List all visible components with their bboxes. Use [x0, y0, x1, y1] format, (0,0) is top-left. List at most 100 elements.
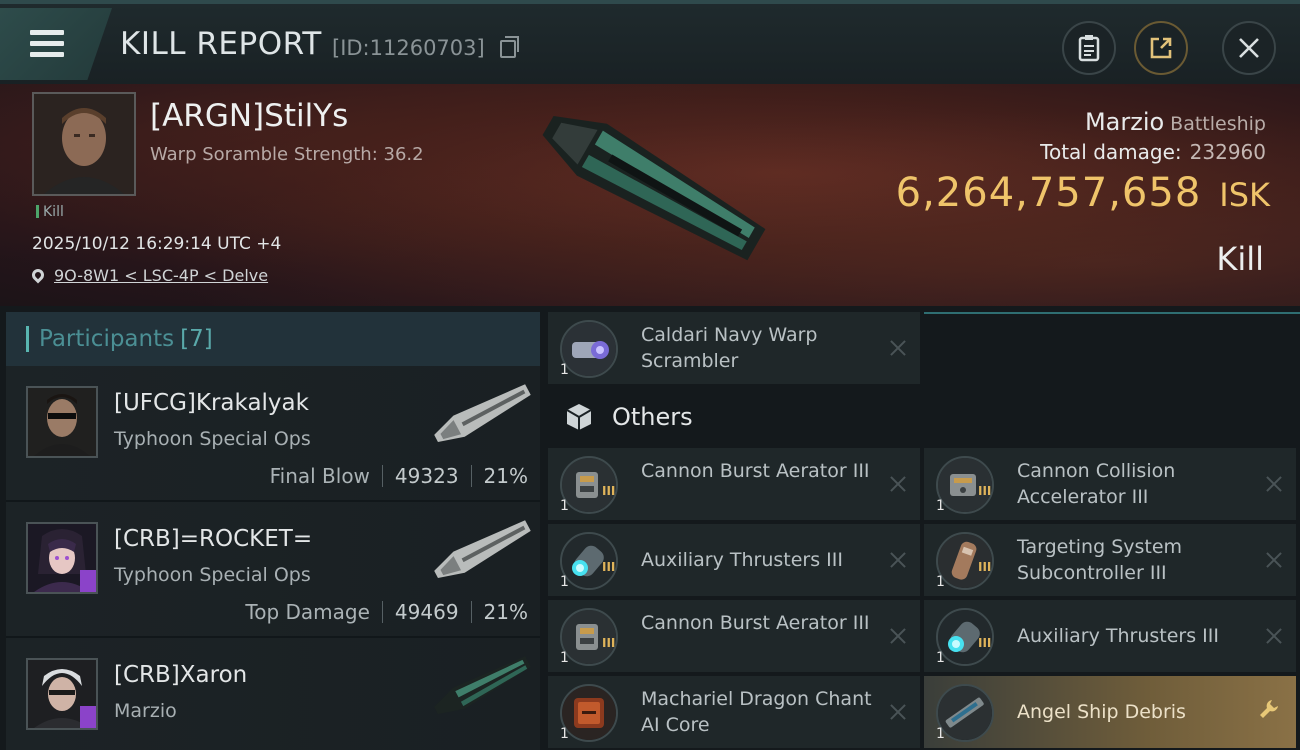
remove-icon[interactable]: [890, 552, 906, 568]
divider-line: [924, 312, 1300, 314]
item-name: Caldari Navy Warp Scrambler: [641, 324, 818, 372]
wrench-icon[interactable]: [1258, 698, 1280, 720]
result-label: Kill: [1216, 240, 1264, 278]
tier-mark: III: [602, 560, 616, 574]
tier-mark: III: [602, 636, 616, 650]
remove-icon[interactable]: [890, 704, 906, 720]
participant-ship-image: [434, 384, 531, 442]
participant-stats: Top Damage 49469 21%: [245, 600, 528, 624]
item-qty: 1: [936, 574, 945, 590]
item-tile[interactable]: III 1 Auxiliary Thrusters III: [924, 600, 1296, 672]
item-qty: 1: [560, 362, 569, 378]
remove-icon[interactable]: [1266, 476, 1282, 492]
stat-divider: [470, 601, 472, 623]
participant-row[interactable]: [CRB]=ROCKET= Typhoon Special Ops Top Da…: [6, 502, 540, 638]
close-button[interactable]: [1222, 21, 1276, 75]
badge-icon: [80, 706, 96, 728]
victim-ship: Marzio Battleship: [1085, 108, 1266, 136]
stat-percent: 21%: [483, 464, 528, 488]
stat-divider: [381, 601, 383, 623]
location-link[interactable]: 9O-8W1 < LSC-4P < Delve: [29, 266, 268, 285]
participant-stats: Final Blow 49323 21%: [270, 464, 528, 488]
menu-button[interactable]: [0, 8, 112, 80]
menu-icon: [30, 30, 64, 58]
item-tile[interactable]: III 1 Cannon Burst Aerator III: [548, 600, 920, 672]
share-button[interactable]: [1134, 21, 1188, 75]
total-damage-label: Total damage:: [1040, 140, 1182, 164]
total-damage-value: 232960: [1189, 140, 1266, 164]
remove-icon[interactable]: [890, 340, 906, 356]
participant-ship: Marzio: [114, 700, 177, 722]
item-tile[interactable]: 1 Machariel Dragon Chant AI Core: [548, 676, 920, 748]
item-tile[interactable]: III 1 Targeting System Subcontroller III: [924, 524, 1296, 596]
header-accent: [26, 326, 29, 352]
remove-icon[interactable]: [1266, 628, 1282, 644]
item-name: Machariel Dragon Chant AI Core: [641, 688, 872, 736]
item-tile-highlighted[interactable]: 1 Angel Ship Debris: [924, 676, 1296, 748]
ship-name: Marzio: [1084, 108, 1165, 136]
location-text[interactable]: 9O-8W1 < LSC-4P < Delve: [54, 266, 268, 285]
item-tile[interactable]: III 1 Cannon Burst Aerator III: [548, 448, 920, 520]
item-qty: 1: [936, 726, 945, 742]
item-name: Angel Ship Debris: [1017, 701, 1186, 723]
scramble-strength: Warp Soramble Strength: 36.2: [150, 144, 424, 165]
avatar: [26, 522, 98, 594]
remove-icon[interactable]: [1266, 552, 1282, 568]
item-qty: 1: [936, 650, 945, 666]
item-qty: 1: [936, 498, 945, 514]
share-icon: [1150, 37, 1172, 59]
participant-ship-image: [434, 656, 531, 714]
page-title: KILL REPORT: [120, 26, 322, 62]
participant-ship: Typhoon Special Ops: [114, 564, 311, 586]
remove-icon[interactable]: [890, 476, 906, 492]
ship-class: Battleship: [1170, 113, 1266, 135]
tier-mark: III: [978, 636, 992, 650]
participant-row[interactable]: [CRB]Xaron Marzio: [6, 638, 540, 750]
tier-mark: III: [602, 484, 616, 498]
isk-amount: 6,264,757,658: [895, 170, 1202, 216]
item-tile[interactable]: III 1 Auxiliary Thrusters III: [548, 524, 920, 596]
item-qty: 1: [560, 726, 569, 742]
participant-name[interactable]: [CRB]Xaron: [114, 662, 247, 688]
item-name: Cannon Collision Accelerator III: [1017, 460, 1176, 508]
participant-ship-image: [434, 520, 531, 578]
participant-name[interactable]: [UFCG]Krakalyak: [114, 390, 309, 416]
victim-ship-image: [542, 116, 766, 261]
stat-label: Final Blow: [269, 464, 370, 488]
participant-name[interactable]: [CRB]=ROCKET=: [114, 526, 312, 552]
location-pin-icon: [29, 266, 47, 284]
item-tile[interactable]: 1 Caldari Navy Warp Scrambler: [548, 312, 920, 384]
item-qty: 1: [560, 650, 569, 666]
item-tile[interactable]: III 1 Cannon Collision Accelerator III: [924, 448, 1296, 520]
participant-row[interactable]: [UFCG]Krakalyak Typhoon Special Ops Fina…: [6, 366, 540, 502]
item-name: Cannon Burst Aerator III: [641, 612, 870, 634]
others-title: Others: [612, 403, 693, 431]
item-name: Auxiliary Thrusters III: [1017, 625, 1219, 647]
victim-name[interactable]: [ARGN]StilYs: [150, 98, 348, 134]
clipboard-button[interactable]: [1062, 21, 1116, 75]
victim-avatar[interactable]: [32, 92, 136, 196]
remove-icon[interactable]: [890, 628, 906, 644]
stat-percent: 21%: [483, 600, 528, 624]
item-name: Cannon Burst Aerator III: [641, 460, 870, 482]
avatar: [26, 386, 98, 458]
header-bar: KILL REPORT [ID:11260703]: [0, 0, 1300, 84]
tier-mark: III: [978, 484, 992, 498]
stat-divider: [381, 465, 383, 487]
isk-value: 6,264,757,658 ISK: [896, 170, 1270, 216]
participants-panel: Participants [7] [UFCG]Krakalyak Typhoon…: [6, 312, 540, 750]
item-name: Targeting System Subcontroller III: [1017, 536, 1183, 584]
item-qty: 1: [560, 498, 569, 514]
tier-mark: III: [978, 560, 992, 574]
participants-title: Participants: [39, 326, 175, 352]
stat-damage: 49469: [394, 600, 459, 624]
stat-divider: [470, 465, 472, 487]
timestamp: 2025/10/12 16:29:14 UTC +4: [32, 234, 282, 254]
isk-unit: ISK: [1219, 176, 1270, 214]
copy-icon[interactable]: [500, 36, 519, 58]
stat-damage: 49323: [394, 464, 459, 488]
close-icon: [1239, 38, 1259, 58]
stat-label: Top Damage: [245, 600, 370, 624]
kill-tag: Kill: [36, 204, 64, 220]
avatar: [26, 658, 98, 730]
